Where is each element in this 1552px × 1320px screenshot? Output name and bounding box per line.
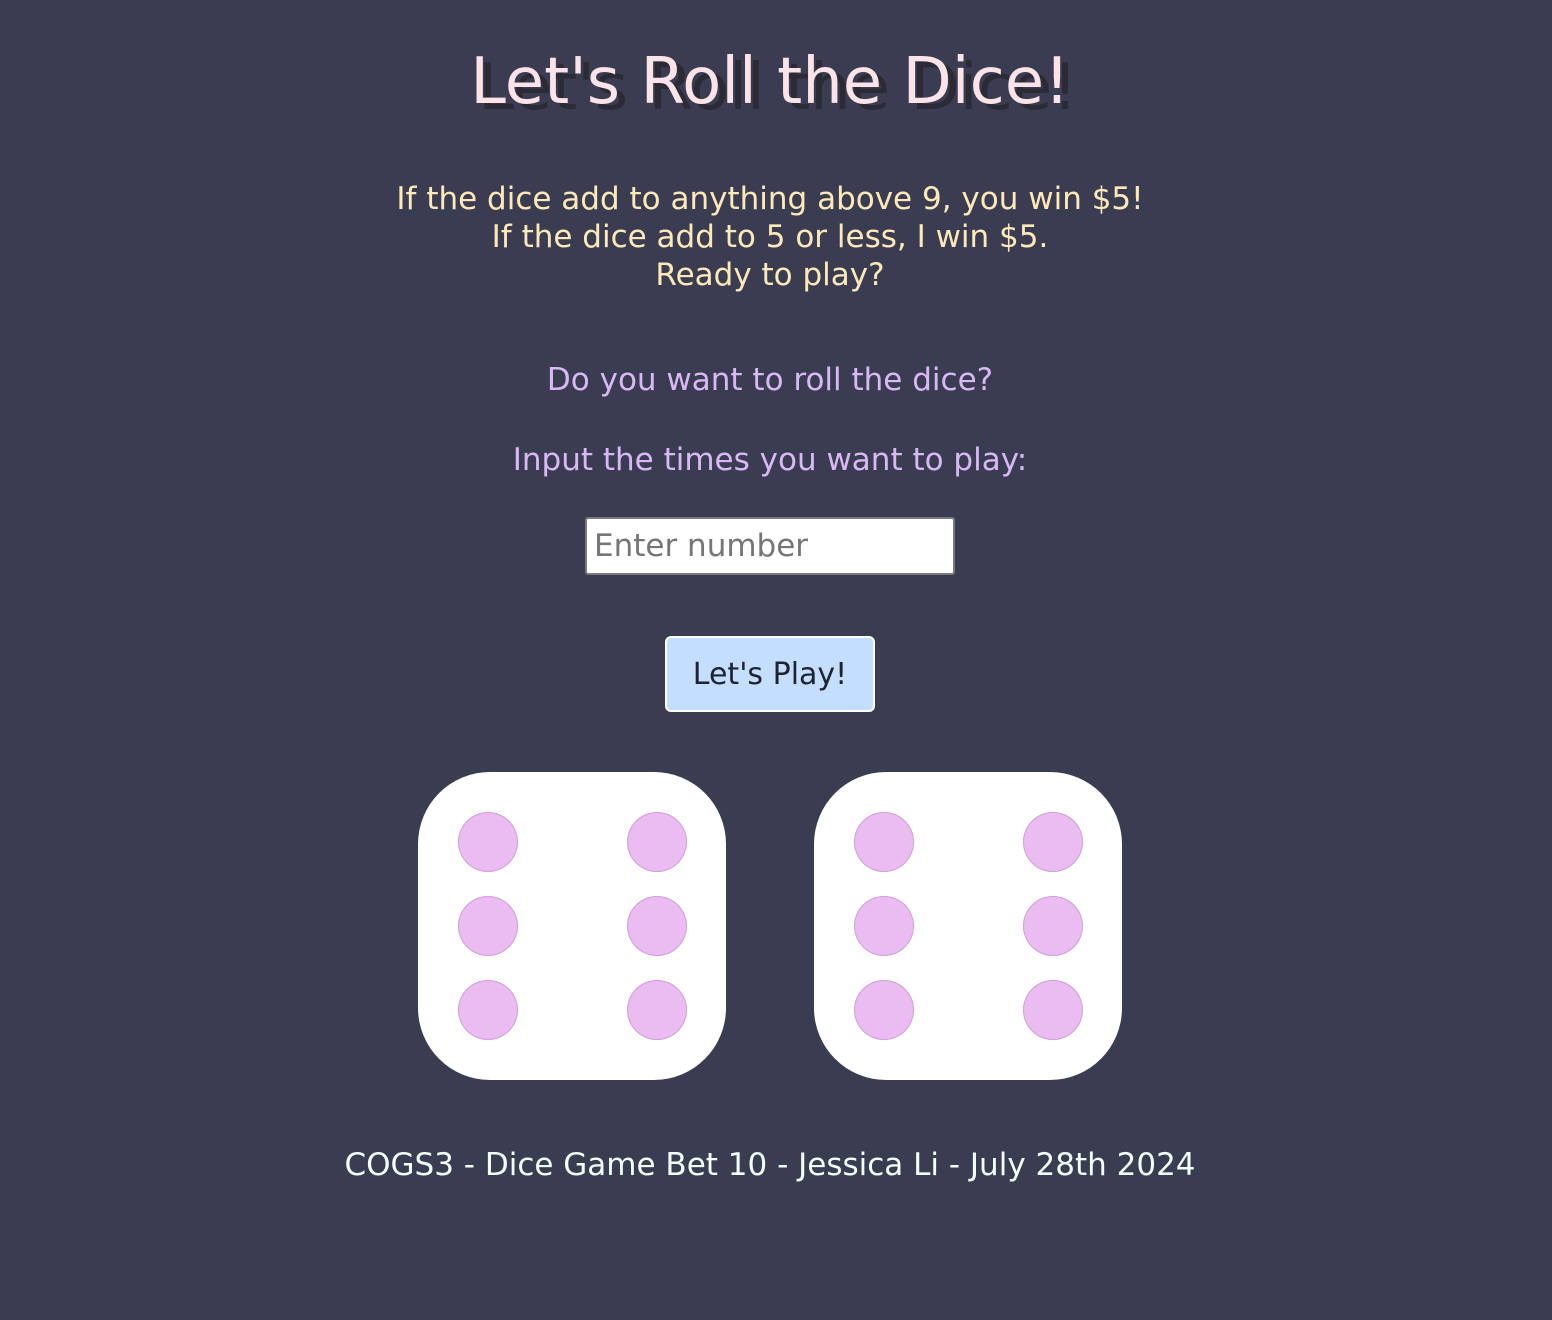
die-pip (627, 896, 687, 956)
die-pip (854, 980, 914, 1040)
die-pip (854, 812, 914, 872)
die-1 (418, 772, 726, 1080)
die-pip (1023, 980, 1083, 1040)
ready-text: Ready to play? (655, 257, 885, 293)
die-pip (1023, 896, 1083, 956)
times-input[interactable] (585, 517, 955, 575)
die-pip (458, 980, 518, 1040)
die-pip (627, 980, 687, 1040)
die-pip (854, 896, 914, 956)
die-pip (1023, 812, 1083, 872)
rule-lose: If the dice add to 5 or less, I win $5. (491, 219, 1049, 255)
page-title: Let's Roll the Dice! (470, 45, 1070, 119)
die-pip (627, 812, 687, 872)
play-button[interactable]: Let's Play! (665, 636, 875, 712)
rule-win: If the dice add to anything above 9, you… (396, 181, 1144, 217)
footer-credit: COGS3 - Dice Game Bet 10 - Jessica Li - … (344, 1147, 1196, 1183)
die-pip (458, 812, 518, 872)
roll-question: Do you want to roll the dice? (546, 362, 994, 398)
die-2 (814, 772, 1122, 1080)
times-prompt: Input the times you want to play: (512, 442, 1028, 478)
game-rules: If the dice add to anything above 9, you… (0, 180, 1540, 294)
die-pip (458, 896, 518, 956)
